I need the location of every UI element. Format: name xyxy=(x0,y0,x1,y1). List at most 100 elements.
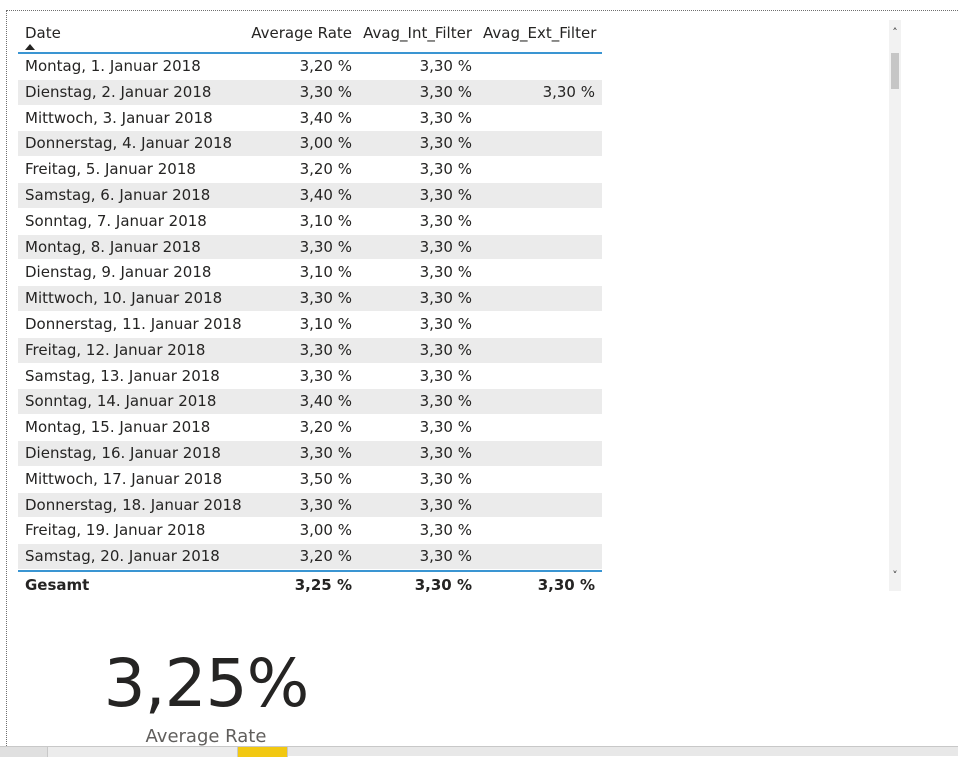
cell-average-rate: 3,20 % xyxy=(299,418,352,437)
column-header-average-rate[interactable]: Average Rate xyxy=(248,24,352,42)
cell-date: Montag, 8. Januar 2018 xyxy=(25,237,201,256)
cell-average-rate: 3,30 % xyxy=(299,82,352,101)
vertical-scrollbar[interactable]: ˄ ˅ xyxy=(889,20,901,591)
cell-average-rate: 3,40 % xyxy=(299,108,352,127)
cell-avag-int-filter: 3,30 % xyxy=(419,521,472,540)
card-visual[interactable]: 3,25% Average Rate xyxy=(96,640,316,747)
cell-average-rate: 3,20 % xyxy=(299,547,352,566)
total-row: Gesamt 3,25 % 3,30 % 3,30 % xyxy=(18,569,602,600)
cell-date: Sonntag, 7. Januar 2018 xyxy=(25,211,207,230)
cell-average-rate: 3,00 % xyxy=(299,134,352,153)
cell-average-rate: 3,20 % xyxy=(299,160,352,179)
cell-date: Montag, 15. Januar 2018 xyxy=(25,418,211,437)
cell-average-rate: 3,10 % xyxy=(299,314,352,333)
cell-date: Freitag, 12. Januar 2018 xyxy=(25,340,206,359)
table-body: Montag, 1. Januar 2018 3,20 % 3,30 % Dienst… xyxy=(18,54,602,570)
scroll-up-icon[interactable]: ˄ xyxy=(889,26,901,40)
table-visual[interactable]: Date Average Rate Avag_Int_Filter Avag_E… xyxy=(18,18,602,600)
table-row[interactable]: Samstag, 6. Januar 2018 3,40 % 3,30 % xyxy=(18,182,602,209)
cell-avag-int-filter: 3,30 % xyxy=(419,418,472,437)
page-tabs-bar xyxy=(0,746,958,757)
table-row[interactable]: Donnerstag, 11. Januar 2018 3,10 % 3,30 % xyxy=(18,312,602,338)
table-row[interactable]: Dienstag, 9. Januar 2018 3,10 % 3,30 % xyxy=(18,260,602,287)
cell-date: Samstag, 20. Januar 2018 xyxy=(25,547,220,566)
cell-date: Dienstag, 16. Januar 2018 xyxy=(25,443,221,462)
table-header: Date Average Rate Avag_Int_Filter Avag_E… xyxy=(18,18,602,54)
table-row[interactable]: Montag, 15. Januar 2018 3,20 % 3,30 % xyxy=(18,415,602,441)
cell-avag-int-filter: 3,30 % xyxy=(419,160,472,179)
cell-date: Samstag, 13. Januar 2018 xyxy=(25,366,220,385)
table-row[interactable]: Dienstag, 2. Januar 2018 3,30 % 3,30 % 3,30… xyxy=(18,79,602,106)
cell-avag-int-filter: 3,30 % xyxy=(419,547,472,566)
cell-average-rate: 3,30 % xyxy=(299,340,352,359)
cell-date: Dienstag, 9. Januar 2018 xyxy=(25,263,212,282)
cell-average-rate: 3,30 % xyxy=(299,495,352,514)
cell-avag-int-filter: 3,30 % xyxy=(419,289,472,308)
cell-avag-int-filter: 3,30 % xyxy=(419,366,472,385)
table-row[interactable]: Donnerstag, 4. Januar 2018 3,00 % 3,30 % xyxy=(18,131,602,158)
cell-average-rate: 3,50 % xyxy=(299,469,352,488)
table-row[interactable]: Samstag, 13. Januar 2018 3,30 % 3,30 % xyxy=(18,364,602,390)
cell-average-rate: 3,10 % xyxy=(299,263,352,282)
cell-average-rate: 3,30 % xyxy=(299,237,352,256)
cell-date: Freitag, 19. Januar 2018 xyxy=(25,521,206,540)
cell-average-rate: 3,40 % xyxy=(299,185,352,204)
cell-average-rate: 3,10 % xyxy=(299,211,352,230)
cell-avag-int-filter: 3,30 % xyxy=(419,495,472,514)
cell-date: Sonntag, 14. Januar 2018 xyxy=(25,392,217,411)
cell-avag-int-filter: 3,30 % xyxy=(419,314,472,333)
column-header-avag-ext-filter[interactable]: Avag_Ext_Filter xyxy=(483,24,596,42)
cell-date: Montag, 1. Januar 2018 xyxy=(25,57,201,75)
column-header-avag-int-filter[interactable]: Avag_Int_Filter xyxy=(363,24,472,42)
table-row[interactable]: Sonntag, 14. Januar 2018 3,40 % 3,30 % xyxy=(18,389,602,416)
cell-date: Donnerstag, 18. Januar 2018 xyxy=(25,495,242,514)
cell-avag-int-filter: 3,30 % xyxy=(419,237,472,256)
table-row[interactable]: Dienstag, 16. Januar 2018 3,30 % 3,30 % xyxy=(18,440,602,467)
cell-avag-int-filter: 3,30 % xyxy=(419,392,472,411)
table-row[interactable]: Mittwoch, 3. Januar 2018 3,40 % 3,30 % xyxy=(18,106,602,132)
scroll-down-icon[interactable]: ˅ xyxy=(889,569,901,583)
table-row[interactable]: Mittwoch, 17. Januar 2018 3,50 % 3,30 % xyxy=(18,467,602,493)
cell-avag-int-filter: 3,30 % xyxy=(419,263,472,282)
total-avag-int-filter: 3,30 % xyxy=(414,575,472,594)
total-avag-ext-filter: 3,30 % xyxy=(537,575,595,594)
cell-average-rate: 3,20 % xyxy=(299,57,352,75)
cell-date: Mittwoch, 17. Januar 2018 xyxy=(25,469,223,488)
scroll-thumb[interactable] xyxy=(891,53,899,89)
card-value: 3,25% xyxy=(103,645,310,722)
cell-avag-int-filter: 3,30 % xyxy=(419,469,472,488)
cell-date: Dienstag, 2. Januar 2018 xyxy=(25,82,212,101)
table-row[interactable]: Freitag, 12. Januar 2018 3,30 % 3,30 % xyxy=(18,337,602,364)
cell-date: Donnerstag, 4. Januar 2018 xyxy=(25,134,233,153)
table-row[interactable]: Mittwoch, 10. Januar 2018 3,30 % 3,30 % xyxy=(18,286,602,312)
table-row[interactable]: Donnerstag, 18. Januar 2018 3,30 % 3,30 % xyxy=(18,492,602,519)
cell-date: Donnerstag, 11. Januar 2018 xyxy=(25,314,242,333)
cell-avag-int-filter: 3,30 % xyxy=(419,134,472,153)
card-label: Average Rate xyxy=(145,726,267,746)
total-average-rate: 3,25 % xyxy=(294,575,352,594)
column-header-date[interactable]: Date xyxy=(25,24,245,42)
cell-average-rate: 3,30 % xyxy=(299,443,352,462)
cell-avag-int-filter: 3,30 % xyxy=(419,82,472,101)
table-row[interactable]: Sonntag, 7. Januar 2018 3,10 % 3,30 % xyxy=(18,209,602,235)
table-row[interactable]: Montag, 8. Januar 2018 3,30 % 3,30 % xyxy=(18,234,602,261)
table-row[interactable]: Samstag, 20. Januar 2018 3,20 % 3,30 % xyxy=(18,544,602,570)
cell-date: Mittwoch, 3. Januar 2018 xyxy=(25,108,213,127)
total-label: Gesamt xyxy=(25,575,90,594)
cell-average-rate: 3,00 % xyxy=(299,521,352,540)
sort-ascending-icon[interactable] xyxy=(25,44,35,50)
table-row[interactable]: Montag, 1. Januar 2018 3,20 % 3,30 % xyxy=(18,54,602,80)
cell-date: Samstag, 6. Januar 2018 xyxy=(25,185,211,204)
table-row[interactable]: Freitag, 5. Januar 2018 3,20 % 3,30 % xyxy=(18,157,602,183)
cell-avag-int-filter: 3,30 % xyxy=(419,57,472,75)
cell-date: Mittwoch, 10. Januar 2018 xyxy=(25,289,223,308)
cell-avag-ext-filter: 3,30 % xyxy=(542,82,595,101)
cell-avag-int-filter: 3,30 % xyxy=(419,340,472,359)
cell-average-rate: 3,30 % xyxy=(299,289,352,308)
cell-avag-int-filter: 3,30 % xyxy=(419,185,472,204)
cell-average-rate: 3,40 % xyxy=(299,392,352,411)
cell-avag-int-filter: 3,30 % xyxy=(419,211,472,230)
cell-average-rate: 3,30 % xyxy=(299,366,352,385)
table-row[interactable]: Freitag, 19. Januar 2018 3,00 % 3,30 % xyxy=(18,518,602,545)
cell-date: Freitag, 5. Januar 2018 xyxy=(25,160,196,179)
